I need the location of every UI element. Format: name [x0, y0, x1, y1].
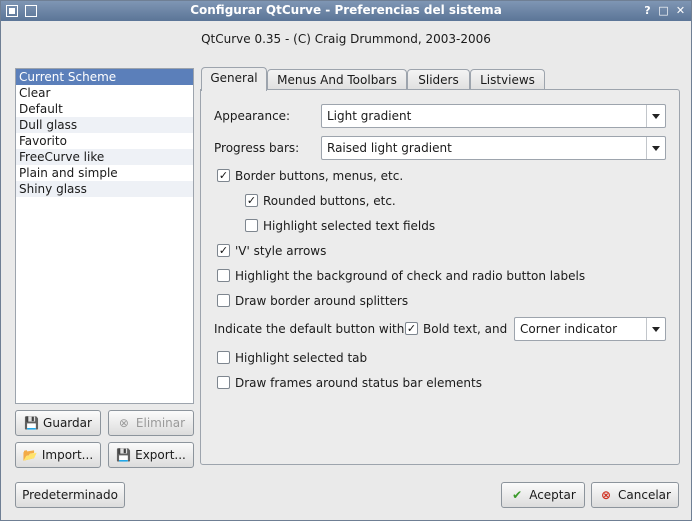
rounded-buttons-checkbox[interactable]: ✓ [245, 194, 258, 207]
import-icon: 📂 [22, 448, 38, 462]
bold-text-checkbox[interactable]: ✓ [405, 322, 418, 335]
scheme-item[interactable]: Shiny glass [16, 181, 193, 197]
status-frames-checkbox[interactable] [217, 376, 230, 389]
cancel-label: Cancelar [618, 488, 671, 502]
chevron-down-icon[interactable] [646, 318, 665, 340]
save-icon: 💾 [24, 416, 39, 430]
chevron-down-icon[interactable] [646, 105, 665, 127]
highlight-tab-label: Highlight selected tab [235, 351, 368, 365]
cancel-button[interactable]: ⊗ Cancelar [591, 482, 679, 508]
indicator-combo[interactable]: Corner indicator [514, 317, 666, 341]
scheme-item[interactable]: Plain and simple [16, 165, 193, 181]
close-icon[interactable]: ✕ [674, 4, 687, 17]
chevron-down-icon[interactable] [646, 137, 665, 159]
tab-sliders[interactable]: Sliders [407, 69, 470, 91]
tab-general[interactable]: General [201, 67, 267, 91]
rounded-buttons-label: Rounded buttons, etc. [263, 194, 396, 208]
title-bar[interactable]: Configurar QtCurve - Preferencias del si… [1, 1, 691, 21]
version-header: QtCurve 0.35 - (C) Craig Drummond, 2003-… [201, 32, 491, 46]
highlight-text-fields-checkbox[interactable] [245, 219, 258, 232]
help-icon[interactable]: ? [641, 4, 654, 17]
export-button[interactable]: 💾 Export... [108, 442, 194, 468]
tab-menus-toolbars[interactable]: Menus And Toolbars [267, 69, 407, 91]
highlight-text-fields-label: Highlight selected text fields [263, 219, 436, 233]
border-buttons-label: Border buttons, menus, etc. [235, 169, 404, 183]
scheme-item[interactable]: Clear [16, 85, 193, 101]
appearance-combo[interactable]: Light gradient [321, 104, 666, 128]
cancel-icon: ⊗ [600, 488, 612, 502]
export-icon: 💾 [116, 448, 132, 462]
border-splitters-label: Draw border around splitters [235, 294, 409, 308]
defaults-label: Predeterminado [22, 488, 118, 502]
scheme-item[interactable]: Current Scheme [16, 69, 193, 85]
bold-text-label: Bold text, and [423, 322, 508, 336]
status-frames-label: Draw frames around status bar elements [235, 376, 482, 390]
delete-icon: ⊗ [118, 416, 129, 430]
default-button-label: Indicate the default button with: [214, 322, 409, 336]
save-scheme-button[interactable]: 💾 Guardar [15, 410, 101, 436]
check-icon: ✔ [512, 488, 523, 502]
v-arrows-checkbox[interactable]: ✓ [217, 244, 230, 257]
import-label: Import... [41, 448, 94, 462]
window-title: Configurar QtCurve - Preferencias del si… [190, 3, 502, 17]
delete-scheme-button[interactable]: ⊗ Eliminar [108, 410, 194, 436]
highlight-tab-checkbox[interactable] [217, 351, 230, 364]
progress-bars-combo[interactable]: Raised light gradient [321, 136, 666, 160]
tab-listviews[interactable]: Listviews [470, 69, 545, 91]
v-arrows-label: 'V' style arrows [235, 244, 327, 258]
save-scheme-label: Guardar [43, 416, 92, 430]
highlight-check-bg-checkbox[interactable] [217, 269, 230, 282]
import-button[interactable]: 📂 Import... [15, 442, 101, 468]
scheme-item[interactable]: Favorito [16, 133, 193, 149]
scheme-item[interactable]: Dull glass [16, 117, 193, 133]
defaults-button[interactable]: Predeterminado [15, 482, 125, 508]
border-buttons-checkbox[interactable]: ✓ [217, 169, 230, 182]
export-label: Export... [135, 448, 186, 462]
preferences-window: Configurar QtCurve - Preferencias del si… [0, 0, 692, 521]
appearance-value: Light gradient [327, 109, 412, 123]
progress-bars-label: Progress bars: [214, 141, 300, 155]
scheme-item[interactable]: Default [16, 101, 193, 117]
appearance-label: Appearance: [214, 109, 291, 123]
delete-scheme-label: Eliminar [135, 416, 186, 430]
accept-button[interactable]: ✔ Aceptar [501, 482, 585, 508]
border-splitters-checkbox[interactable] [217, 294, 230, 307]
scheme-list[interactable]: Current Scheme Clear Default Dull glass … [15, 68, 194, 404]
progress-bars-value: Raised light gradient [327, 141, 452, 155]
scheme-item[interactable]: FreeCurve like [16, 149, 193, 165]
maximize-icon[interactable]: □ [657, 4, 670, 17]
highlight-check-bg-label: Highlight the background of check and ra… [235, 269, 586, 283]
indicator-value: Corner indicator [520, 322, 618, 336]
accept-label: Aceptar [529, 488, 576, 502]
